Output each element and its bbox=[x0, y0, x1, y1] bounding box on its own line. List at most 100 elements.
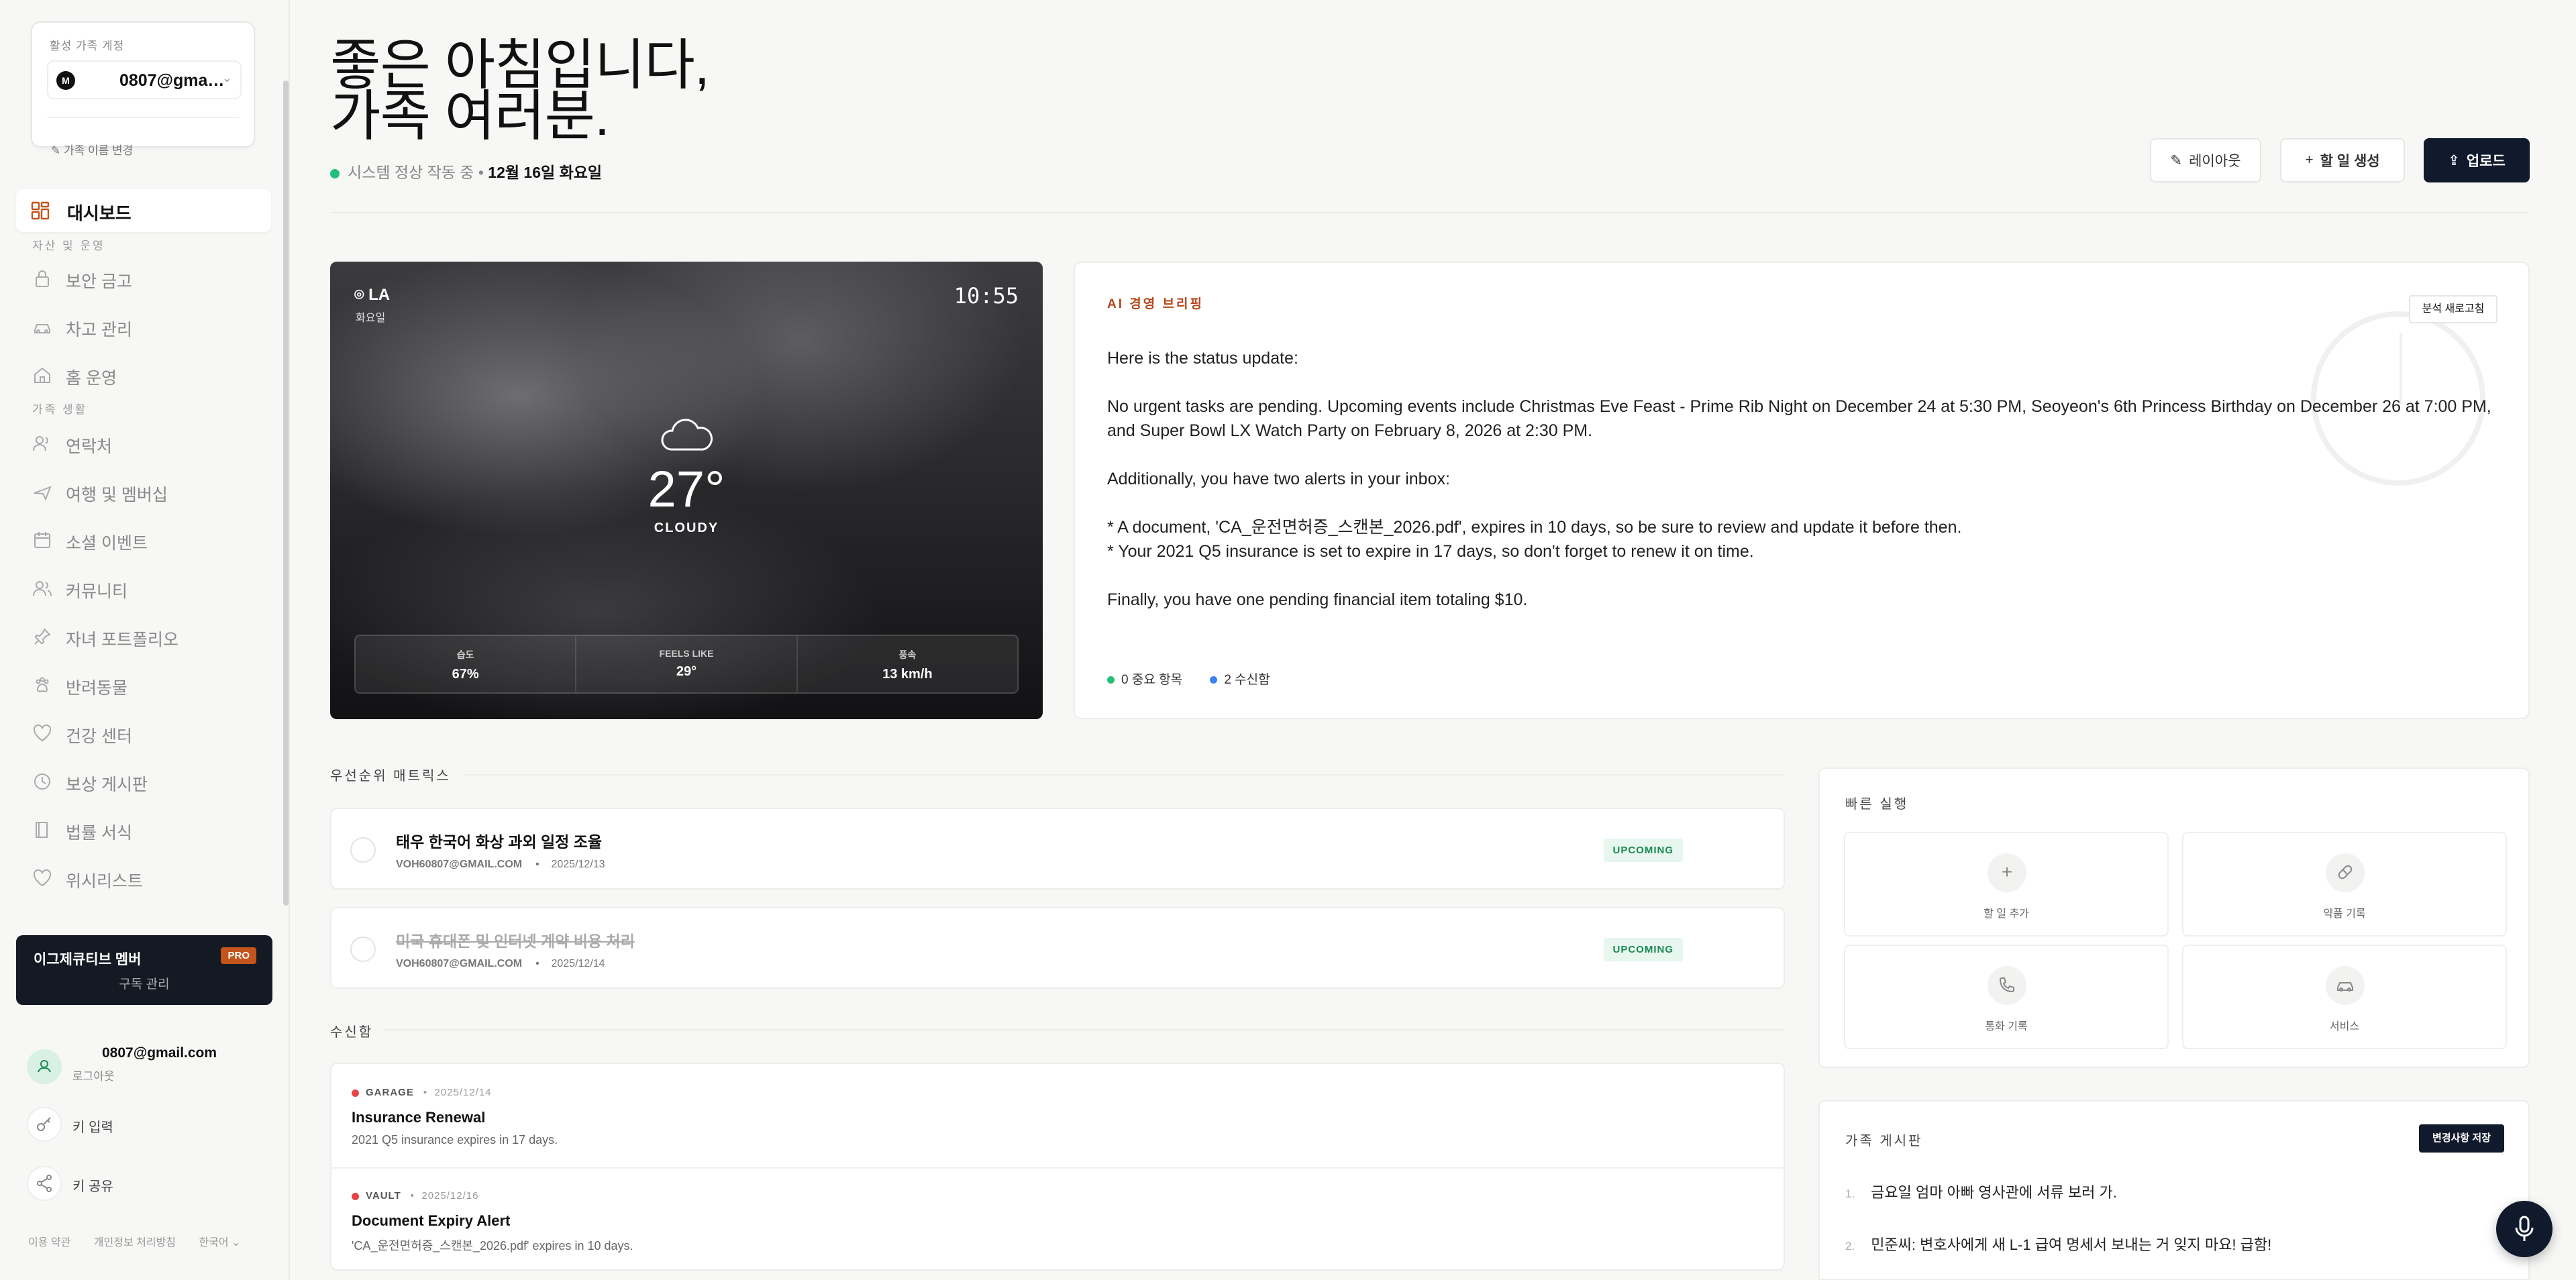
sidebar-item-label: 여행 및 멤버십 bbox=[66, 486, 168, 504]
note-number: 1. bbox=[1845, 1187, 1855, 1200]
new-task-button[interactable]: + 할 일 생성 bbox=[2280, 138, 2405, 182]
executive-member-card[interactable]: 이그제큐티브 멤버 PRO 구독 관리 bbox=[16, 935, 272, 1005]
task-card[interactable]: 태우 한국어 화상 과외 일정 조율 VOH60807@GMAIL.COM • 2… bbox=[330, 808, 1785, 890]
add-task-action[interactable]: + 할 일 추가 bbox=[1844, 832, 2169, 937]
sidebar-scrollbar[interactable] bbox=[283, 81, 289, 906]
task-title: 미국 휴대폰 및 인터넷 계약 비용 처리 bbox=[396, 932, 635, 950]
inbox-item[interactable]: GARAGE • 2025/12/14 Insurance Renewal 202… bbox=[352, 1087, 1761, 1147]
terms-link[interactable]: 이용 약관 bbox=[28, 1237, 70, 1248]
sidebar-item-garage[interactable]: 차고 관리 bbox=[32, 310, 274, 346]
sidebar-item-travel[interactable]: 여행 및 멤버십 bbox=[32, 475, 274, 511]
users-icon bbox=[33, 436, 48, 451]
inbox-count: 2 수신함 bbox=[1224, 673, 1270, 687]
sidebar-item-label: 연락처 bbox=[66, 437, 113, 456]
account-switcher[interactable]: M 0807@gmail.com ⌄ bbox=[47, 60, 242, 99]
sidebar-item-pets[interactable]: 반려동물 bbox=[32, 668, 274, 704]
task-date-value: 2025/12/14 bbox=[551, 958, 605, 969]
sidebar-item-label: 차고 관리 bbox=[66, 321, 132, 339]
rename-family-link[interactable]: ✎ 가족 이름 변경 bbox=[51, 141, 133, 158]
family-board-title: 가족 게시판 bbox=[1845, 1134, 1923, 1149]
paw-icon bbox=[36, 677, 49, 692]
note-text: 금요일 엄마 아빠 영사관에 서류 보러 가. bbox=[1871, 1184, 2117, 1201]
alert-dot-icon bbox=[352, 1089, 359, 1097]
wind-stat: 풍속 13 km/h bbox=[798, 636, 1017, 692]
sidebar-item-wishlist[interactable]: 위시리스트 bbox=[32, 861, 274, 898]
inbox-card: GARAGE • 2025/12/14 Insurance Renewal 202… bbox=[330, 1063, 1785, 1271]
task-card[interactable]: 미국 휴대폰 및 인터넷 계약 비용 처리 VOH60807@GMAIL.COM… bbox=[330, 907, 1785, 989]
refresh-analysis-button[interactable]: 분석 새로고침 bbox=[2409, 295, 2497, 323]
weather-condition: CLOUDY bbox=[654, 521, 719, 535]
weather-day: 화요일 bbox=[356, 313, 386, 324]
board-note[interactable]: 1. 금요일 엄마 아빠 영사관에 서류 보러 가. bbox=[1845, 1181, 2117, 1202]
sidebar-item-kids-portfolio[interactable]: 자녀 포트폴리오 bbox=[32, 620, 274, 656]
call-log-action[interactable]: 통화 기록 bbox=[1844, 945, 2169, 1049]
briefing-paragraph: No urgent tasks are pending. Upcoming ev… bbox=[1107, 397, 2491, 440]
microphone-icon bbox=[2515, 1216, 2534, 1241]
layout-label: 레이아웃 bbox=[2189, 154, 2241, 169]
inbox-item[interactable]: VAULT • 2025/12/16 Document Expiry Alert … bbox=[352, 1190, 1761, 1254]
account-email: 0807@gmail.com bbox=[119, 71, 227, 90]
status-dot-icon bbox=[330, 168, 340, 178]
sidebar-item-vault[interactable]: 보안 금고 bbox=[32, 262, 274, 298]
task-date: • 2025/12/14 bbox=[535, 958, 605, 969]
voice-input-button[interactable] bbox=[2496, 1201, 2553, 1257]
action-label: 할 일 추가 bbox=[1983, 908, 2029, 920]
pill-icon bbox=[2326, 853, 2365, 892]
service-action[interactable]: 서비스 bbox=[2182, 945, 2507, 1049]
pin-icon bbox=[34, 628, 51, 645]
sidebar-item-label: 소셜 이벤트 bbox=[66, 534, 148, 553]
sidebar-item-contacts[interactable]: 연락처 bbox=[32, 427, 274, 463]
weather-card: ⌾ LA 화요일 10:55 27° CLOUDY 습도 67% FEELS L… bbox=[330, 262, 1043, 719]
sidebar-item-label: 법률 서식 bbox=[66, 824, 132, 843]
briefing-paragraph: Finally, you have one pending financial … bbox=[1107, 590, 1528, 609]
sidebar-item-label: 건강 센터 bbox=[66, 727, 132, 746]
upload-button[interactable]: ⇪ 업로드 bbox=[2424, 138, 2530, 182]
inbox-item-body: 'CA_운전면허증_스캔본_2026.pdf' expires in 10 da… bbox=[352, 1239, 633, 1252]
logout-link[interactable]: 로그아웃 bbox=[72, 1067, 115, 1083]
cloud-icon bbox=[661, 419, 713, 451]
quick-actions-title: 빠른 실행 bbox=[1845, 797, 1909, 812]
avatar bbox=[27, 1049, 62, 1084]
sidebar-item-label: 반려동물 bbox=[66, 679, 128, 698]
pro-badge: PRO bbox=[221, 947, 256, 964]
sidebar-item-label: 대시보드 bbox=[67, 203, 132, 223]
privacy-link[interactable]: 개인정보 처리방침 bbox=[94, 1237, 176, 1248]
sidebar-item-community[interactable]: 커뮤니티 bbox=[32, 572, 274, 608]
sidebar-item-rewards[interactable]: 보상 게시판 bbox=[32, 765, 274, 801]
account-avatar: M bbox=[56, 71, 75, 90]
pencil-icon: ✎ bbox=[51, 144, 64, 157]
heart-icon bbox=[33, 869, 52, 887]
task-checkbox[interactable] bbox=[350, 937, 376, 962]
sidebar-item-legal[interactable]: 법률 서식 bbox=[32, 813, 274, 849]
save-changes-button[interactable]: 변경사항 저장 bbox=[2419, 1124, 2504, 1153]
sidebar-item-label: 보안 금고 bbox=[66, 272, 132, 291]
plus-icon: + bbox=[1988, 853, 2026, 892]
medication-log-action[interactable]: 약품 기록 bbox=[2182, 832, 2507, 937]
clock-icon bbox=[34, 774, 50, 790]
inbox-category: VAULT bbox=[366, 1190, 401, 1202]
heart-icon bbox=[33, 724, 52, 742]
sidebar: 활성 가족 계정 M 0807@gmail.com ⌄ ✎ 가족 이름 변경 대… bbox=[0, 0, 290, 1280]
sidebar-item-home[interactable]: 홈 운영 bbox=[32, 358, 274, 394]
sidebar-item-health[interactable]: 건강 센터 bbox=[32, 716, 274, 753]
sidebar-item-social-events[interactable]: 소셜 이벤트 bbox=[32, 523, 274, 559]
stat-label: 풍속 bbox=[898, 649, 917, 660]
sidebar-item-label: 보상 게시판 bbox=[66, 776, 148, 794]
briefing-paragraph: * Your 2021 Q5 insurance is set to expir… bbox=[1107, 542, 1754, 561]
key-input-button[interactable]: 키 입력 bbox=[27, 1107, 228, 1143]
language-select[interactable]: 한국어 ⌄ bbox=[199, 1237, 240, 1248]
status-badge: UPCOMING bbox=[1603, 938, 1683, 961]
plus-icon: + bbox=[2305, 152, 2314, 168]
sidebar-item-label: 자녀 포트폴리오 bbox=[66, 631, 178, 649]
action-label: 약품 기록 bbox=[2323, 908, 2366, 920]
layout-button[interactable]: ✎ 레이아웃 bbox=[2150, 138, 2261, 182]
board-note[interactable]: 2. 민준씨: 변호사에게 새 L-1 급여 명세서 보내는 거 잊지 마요! 급… bbox=[1845, 1233, 2271, 1255]
sidebar-item-dashboard[interactable]: 대시보드 bbox=[16, 189, 271, 232]
task-checkbox[interactable] bbox=[350, 837, 376, 863]
system-status: 시스템 정상 작동 중 • 12월 16일 화요일 bbox=[330, 160, 602, 182]
briefing-title: AI 경영 브리핑 bbox=[1107, 297, 1204, 311]
manage-subscription-link[interactable]: 구독 관리 bbox=[16, 974, 272, 992]
key-share-button[interactable]: 키 공유 bbox=[27, 1166, 228, 1202]
inbox-date: • 2025/12/14 bbox=[423, 1087, 492, 1098]
home-icon bbox=[34, 367, 50, 383]
